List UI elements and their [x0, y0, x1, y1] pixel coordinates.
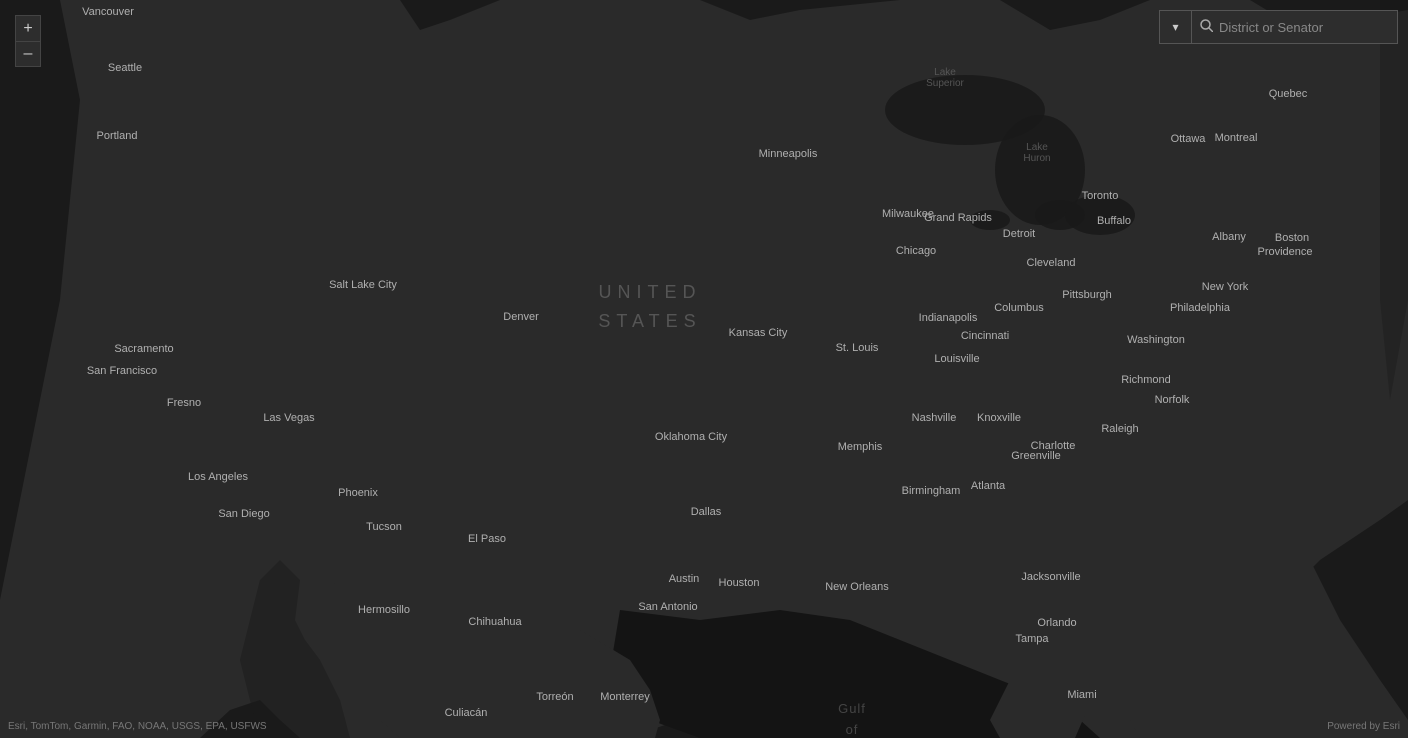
map-background — [0, 0, 1408, 738]
attribution-left: Esri, TomTom, Garmin, FAO, NOAA, USGS, E… — [8, 721, 267, 732]
zoom-controls: + – — [15, 15, 41, 67]
map-container: VancouverSeattlePortlandSacramentoSan Fr… — [0, 0, 1408, 738]
attribution-right: Powered by Esri — [1327, 721, 1400, 732]
search-icon — [1200, 19, 1213, 35]
zoom-out-button[interactable]: – — [15, 41, 41, 67]
dropdown-arrow-icon: ▾ — [1172, 20, 1178, 34]
search-input[interactable] — [1219, 20, 1389, 35]
zoom-in-button[interactable]: + — [15, 15, 41, 41]
search-dropdown-button[interactable]: ▾ — [1159, 10, 1191, 44]
search-input-wrapper — [1191, 10, 1398, 44]
search-bar: ▾ — [1159, 10, 1398, 44]
